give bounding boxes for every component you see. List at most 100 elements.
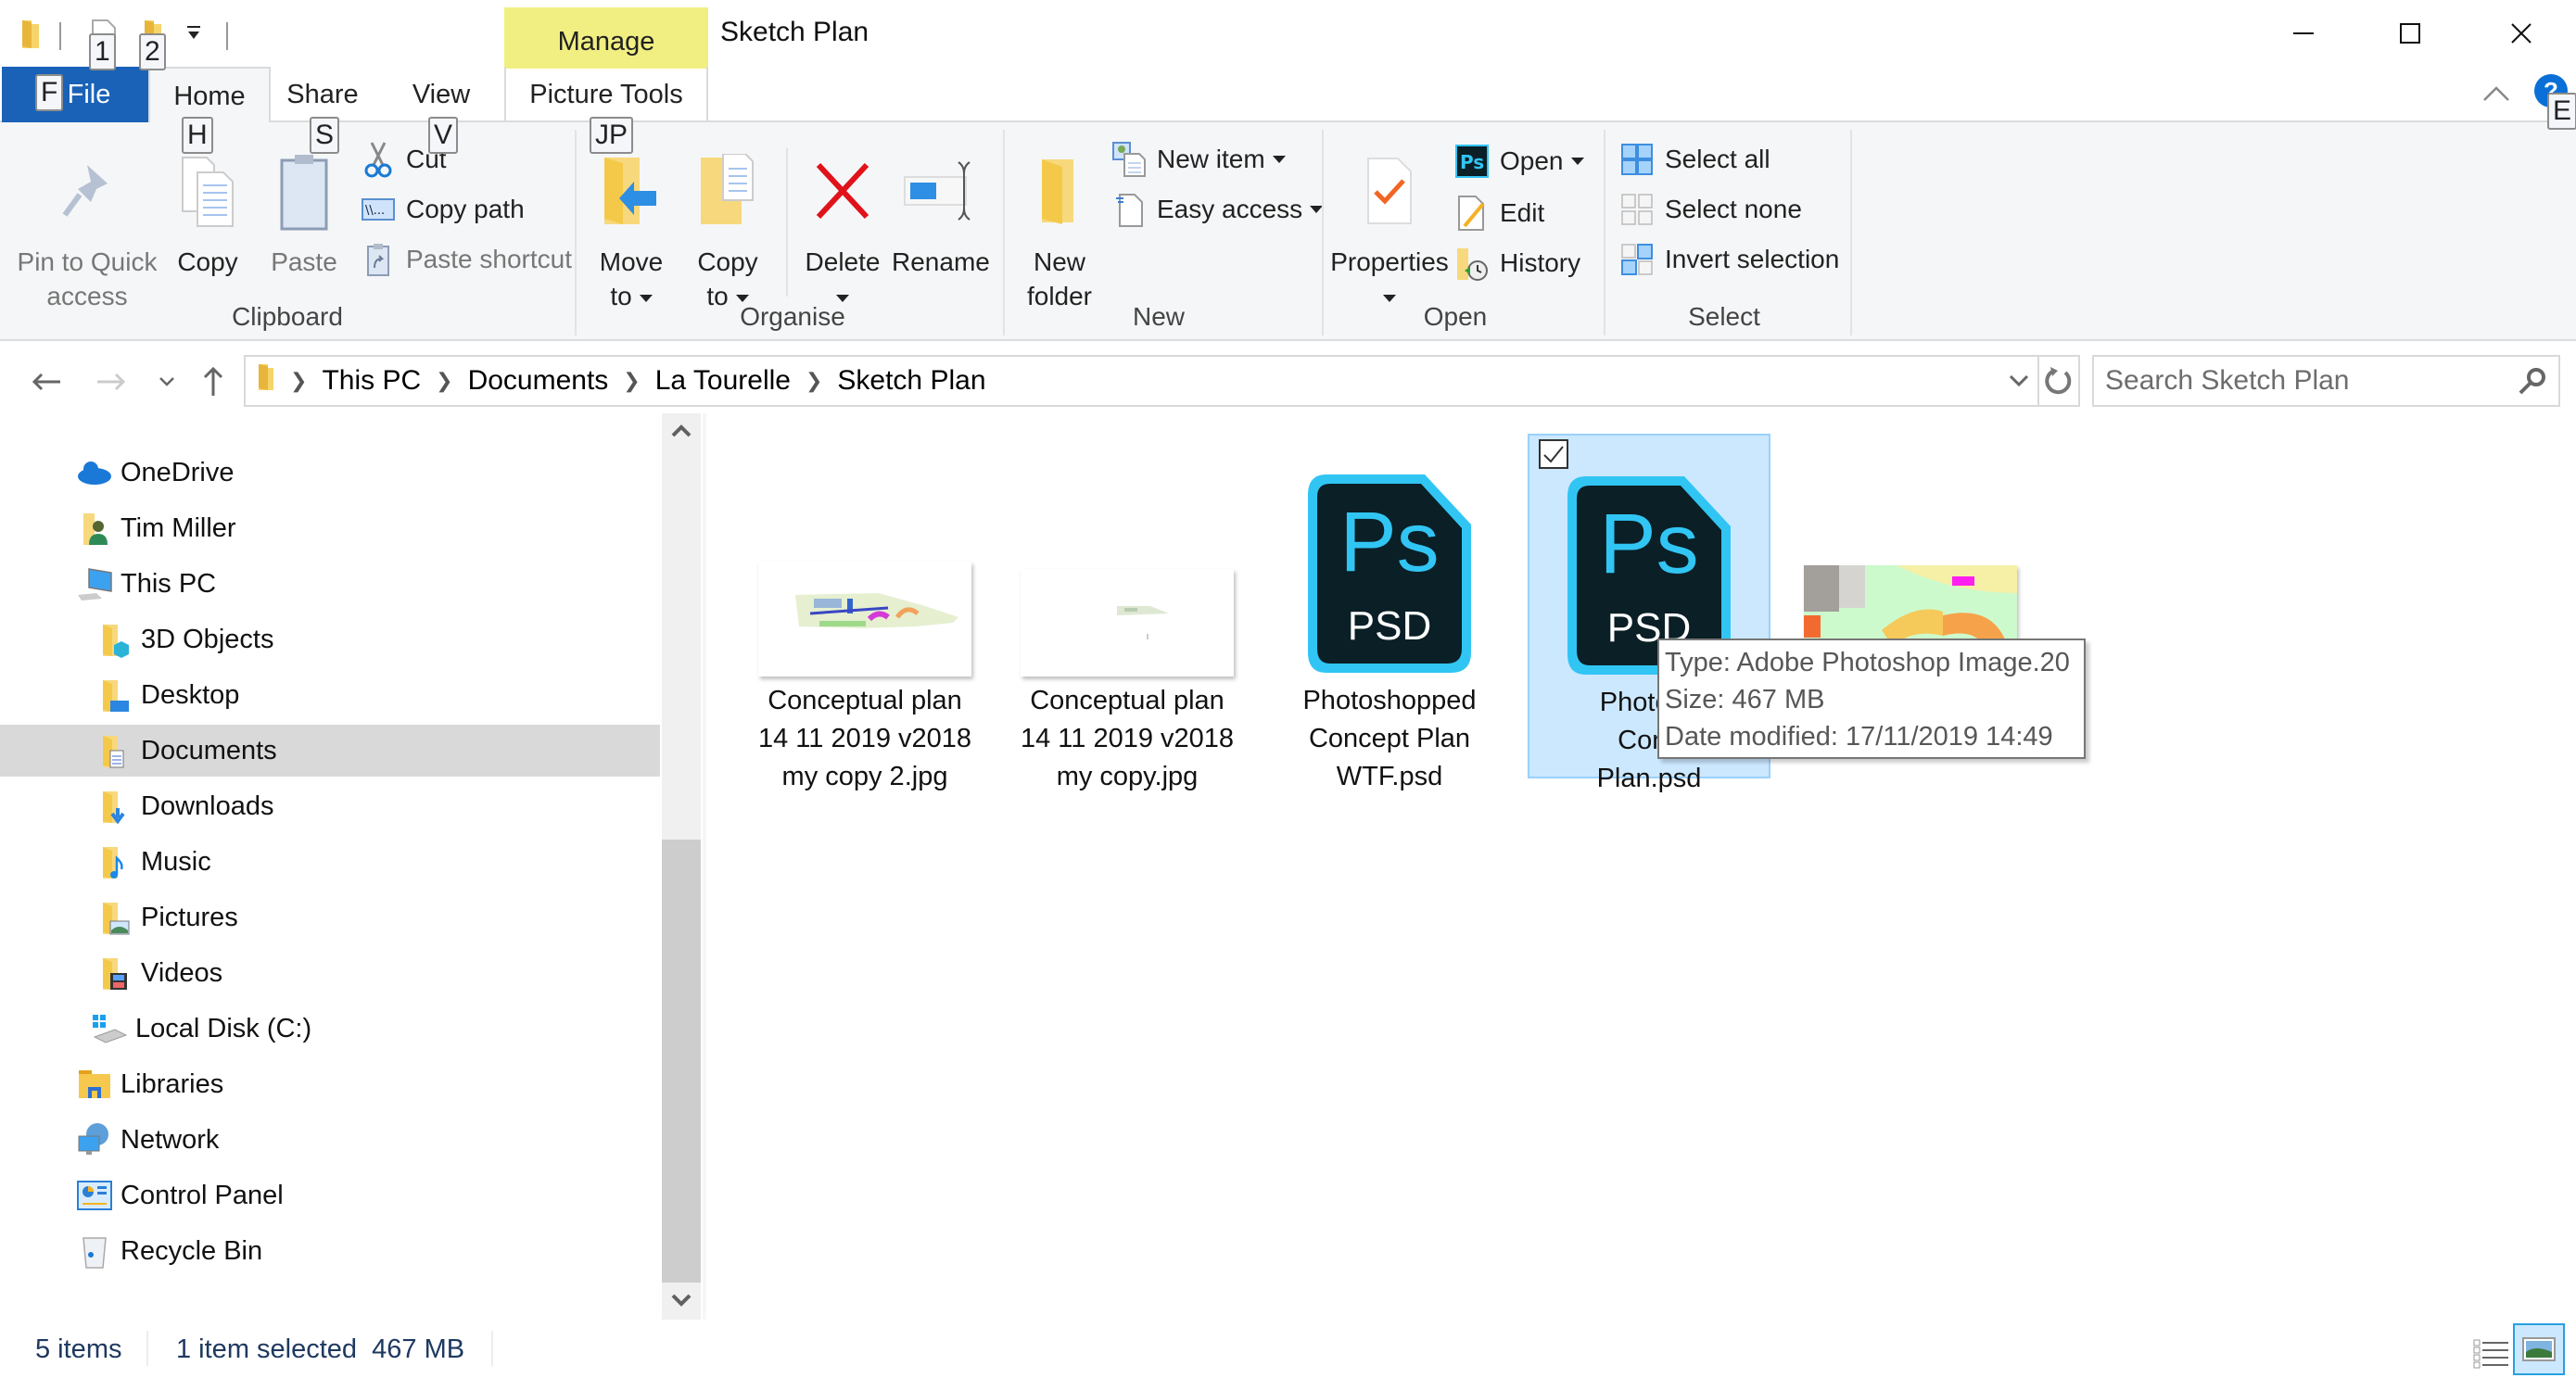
search-box[interactable]: Search Sketch Plan [2092,355,2560,407]
breadcrumb-la-tourelle[interactable]: La Tourelle [655,365,791,397]
file-item[interactable]: Conceptual plan 14 11 2019 v2018 my copy… [1006,434,1249,791]
properties-button[interactable]: Properties [1329,145,1450,313]
sidebar-item-network[interactable]: Network [0,1114,660,1166]
qat-customize-dropdown[interactable] [185,24,202,47]
scroll-down-arrow-icon[interactable] [671,1294,692,1311]
nav-pane-scrollbar-thumb[interactable] [662,840,701,1283]
group-separator [786,148,788,297]
paste-shortcut-icon [367,244,389,276]
copy-to-button[interactable]: Copy to [686,145,769,313]
tab-view[interactable]: View [393,67,489,122]
history-button[interactable]: History [1453,243,1580,284]
pane-divider[interactable] [703,413,706,1320]
checkmark-icon [1543,446,1564,463]
new-folder-button[interactable]: New folder [1016,145,1103,313]
move-to-icon [604,158,656,224]
sidebar-item-pictures[interactable]: Pictures [0,891,660,943]
recent-locations-dropdown[interactable] [145,361,189,402]
sidebar-item-label: Control Panel [121,1180,284,1210]
nav-pane-scrollbar[interactable] [662,413,701,1320]
breadcrumb-chevron-icon[interactable]: ❯ [290,369,307,393]
details-view-button[interactable] [2466,1329,2518,1378]
easy-access-button[interactable]: Easy access [1110,189,1324,230]
back-button[interactable] [24,361,69,402]
history-label: History [1500,248,1581,277]
minimize-button[interactable] [2248,9,2359,57]
rename-label: Rename [892,247,990,276]
sidebar-item-this-pc[interactable]: This PC [0,558,660,610]
file-name-line: Plan.psd [1596,764,1702,793]
breadcrumb-documents[interactable]: Documents [468,365,609,397]
move-to-button[interactable]: Move to [590,145,673,313]
breadcrumb-sketch-plan[interactable]: Sketch Plan [837,365,985,397]
selection-info: 1 item selected 467 MB [176,1334,465,1364]
keytip-share: S [310,117,340,154]
sidebar-item-recycle-bin[interactable]: Recycle Bin [0,1225,660,1277]
tab-share-label: Share [286,79,359,109]
file-item[interactable]: Conceptual plan 14 11 2019 v2018 my copy… [743,434,986,791]
sidebar-item-3d-objects[interactable]: 3D Objects [0,613,660,665]
close-button[interactable] [2466,9,2576,57]
delete-label: Delete [805,247,881,276]
sidebar-item-desktop[interactable]: Desktop [0,669,660,721]
selection-checkbox[interactable] [1539,439,1568,469]
refresh-button[interactable] [2039,355,2080,407]
address-bar[interactable]: ❯ This PC ❯ Documents ❯ La Tourelle ❯ Sk… [244,355,2039,407]
tab-share[interactable]: Share [274,67,371,122]
tab-picture-tools[interactable]: Picture Tools [504,67,708,122]
image-thumbnail [743,434,986,676]
history-icon [1457,248,1488,281]
pin-label-1: Pin to Quick [17,247,158,276]
select-none-button[interactable]: Select none [1618,189,1802,230]
keytip-help: E [2547,93,2576,130]
file-name-line: Concept Plan [1308,724,1471,753]
forward-button[interactable] [89,361,133,402]
breadcrumb-chevron-icon[interactable]: ❯ [436,369,452,393]
sidebar-item-downloads[interactable]: Downloads [0,780,660,832]
copy-path-button[interactable]: \\... Copy path [360,189,525,230]
large-icons-view-button[interactable] [2513,1323,2565,1375]
new-item-button[interactable]: New item [1110,139,1286,180]
select-all-button[interactable]: Select all [1618,139,1770,180]
sidebar-item-onedrive[interactable]: OneDrive [0,447,660,499]
breadcrumb-chevron-icon[interactable]: ❯ [623,369,640,393]
invert-selection-label: Invert selection [1665,245,1840,273]
sidebar-item-label: Documents [141,735,277,765]
sidebar-item-documents[interactable]: Documents [0,725,660,777]
scroll-up-arrow-icon[interactable] [671,424,692,442]
rename-button[interactable]: Rename [892,145,990,279]
address-history-dropdown[interactable] [1998,355,2039,407]
breadcrumb-this-pc[interactable]: This PC [322,365,421,397]
large-icons-view-icon [2522,1337,2556,1361]
sidebar-item-videos[interactable]: Videos [0,947,660,999]
svg-text:Ps: Ps [1460,151,1484,173]
breadcrumb-chevron-icon[interactable]: ❯ [806,369,822,393]
new-group-label: New [1132,302,1185,331]
sidebar-item-libraries[interactable]: Libraries [0,1058,660,1110]
edit-button[interactable]: Edit [1453,193,1544,234]
paste-shortcut-button[interactable]: Paste shortcut [360,239,572,280]
paste-button[interactable]: Paste [267,145,341,279]
delete-button[interactable]: Delete [799,145,886,313]
file-item[interactable]: Ps PSD Photoshopped Concept Plan WTF.psd [1268,434,1511,791]
desktop-folder-icon [96,676,133,714]
search-icon[interactable] [2518,366,2547,403]
sidebar-item-tim-miller[interactable]: Tim Miller [0,502,660,554]
window-title: Sketch Plan [720,17,869,47]
sidebar-item-local-disk-c[interactable]: Local Disk (C:) [0,1003,660,1055]
status-bar: 5 items 1 item selected 467 MB [0,1320,2576,1378]
pin-to-quick-access-button[interactable]: Pin to Quick access [11,145,163,313]
minimize-ribbon-button[interactable] [2482,85,2510,107]
open-button[interactable]: Ps Open [1453,141,1584,182]
maximize-button[interactable] [2354,9,2466,57]
dropdown-caret-icon [836,294,849,302]
copy-button[interactable]: Copy [171,145,245,279]
manage-contextual-tab[interactable]: Manage [504,7,708,69]
up-button[interactable] [191,361,235,402]
sidebar-item-music[interactable]: Music [0,836,660,888]
tab-home[interactable]: Home [148,67,271,124]
delete-x-icon [816,162,869,220]
invert-selection-button[interactable]: Invert selection [1618,239,1839,280]
sidebar-item-label: Libraries [121,1068,224,1099]
sidebar-item-control-panel[interactable]: Control Panel [0,1169,660,1221]
